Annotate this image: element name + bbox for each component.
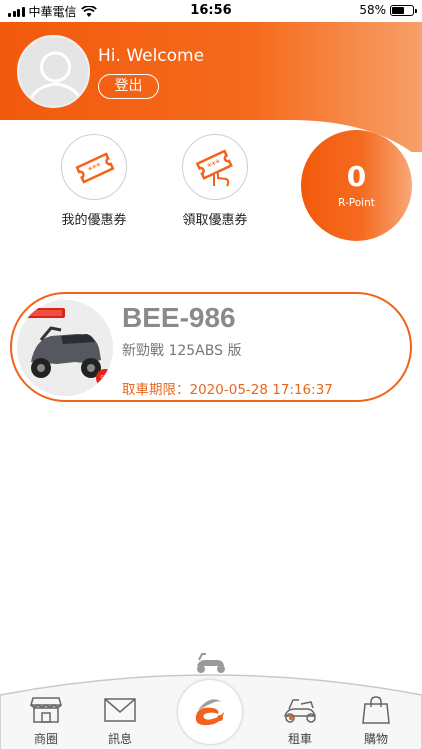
- rpoint-badge[interactable]: 0 R-Point: [301, 130, 412, 241]
- get-coupons-label: 領取優惠券: [182, 213, 248, 228]
- nav-rent[interactable]: 租車: [270, 696, 330, 747]
- nav-rent-label: 租車: [287, 732, 312, 746]
- my-coupons-circle: ***: [61, 134, 127, 200]
- nav-shop[interactable]: 商圈: [16, 696, 76, 747]
- ticket-icon: ***: [75, 152, 115, 184]
- my-coupons-button[interactable]: *** 我的優惠券: [48, 134, 140, 228]
- pickup-deadline: 取車期限：2020-05-28 17:16:37: [122, 382, 333, 398]
- shopping-bag-icon: [362, 696, 390, 724]
- my-coupons-label: 我的優惠券: [61, 213, 127, 228]
- get-coupons-circle: ***: [182, 134, 248, 200]
- get-coupons-button[interactable]: *** 領取優惠券: [169, 134, 261, 228]
- battery-icon: [390, 4, 417, 16]
- ticket-hand-icon: ***: [196, 149, 233, 187]
- status-right: 58%: [359, 3, 417, 17]
- scooter-model: 新勁戰 125ABS 版: [122, 343, 242, 359]
- logout-button[interactable]: 登出: [98, 74, 159, 99]
- nav-messages-label: 訊息: [107, 732, 132, 746]
- scooter-icon: [284, 699, 316, 723]
- user-silhouette-icon: [27, 51, 84, 106]
- mail-icon: [104, 698, 136, 722]
- rpoint-label: R-Point: [338, 197, 375, 209]
- status-bar: 中華電信 16:56 58%: [0, 0, 422, 22]
- nav-messages[interactable]: 訊息: [90, 696, 150, 747]
- scooter-photo: 59: [17, 300, 113, 396]
- shop-icon: [30, 697, 62, 723]
- home-logo-button[interactable]: [178, 680, 242, 744]
- svg-text:59: 59: [100, 374, 110, 383]
- rental-card[interactable]: 59 BEE-986 新勁戰 125ABS 版 取車期限：2020-05-28 …: [10, 292, 412, 402]
- scooter-image: 59: [17, 300, 113, 396]
- nav-shopping-label: 購物: [363, 732, 388, 746]
- greeting-text: Hi. Welcome: [98, 46, 205, 66]
- rpoint-value: 0: [346, 160, 367, 193]
- app-logo-icon: [195, 699, 224, 726]
- license-plate: BEE-986: [122, 302, 236, 333]
- battery-percent: 58%: [359, 3, 386, 17]
- avatar[interactable]: [17, 35, 90, 108]
- nav-shopping[interactable]: 購物: [346, 696, 406, 747]
- nav-shop-label: 商圈: [33, 732, 58, 746]
